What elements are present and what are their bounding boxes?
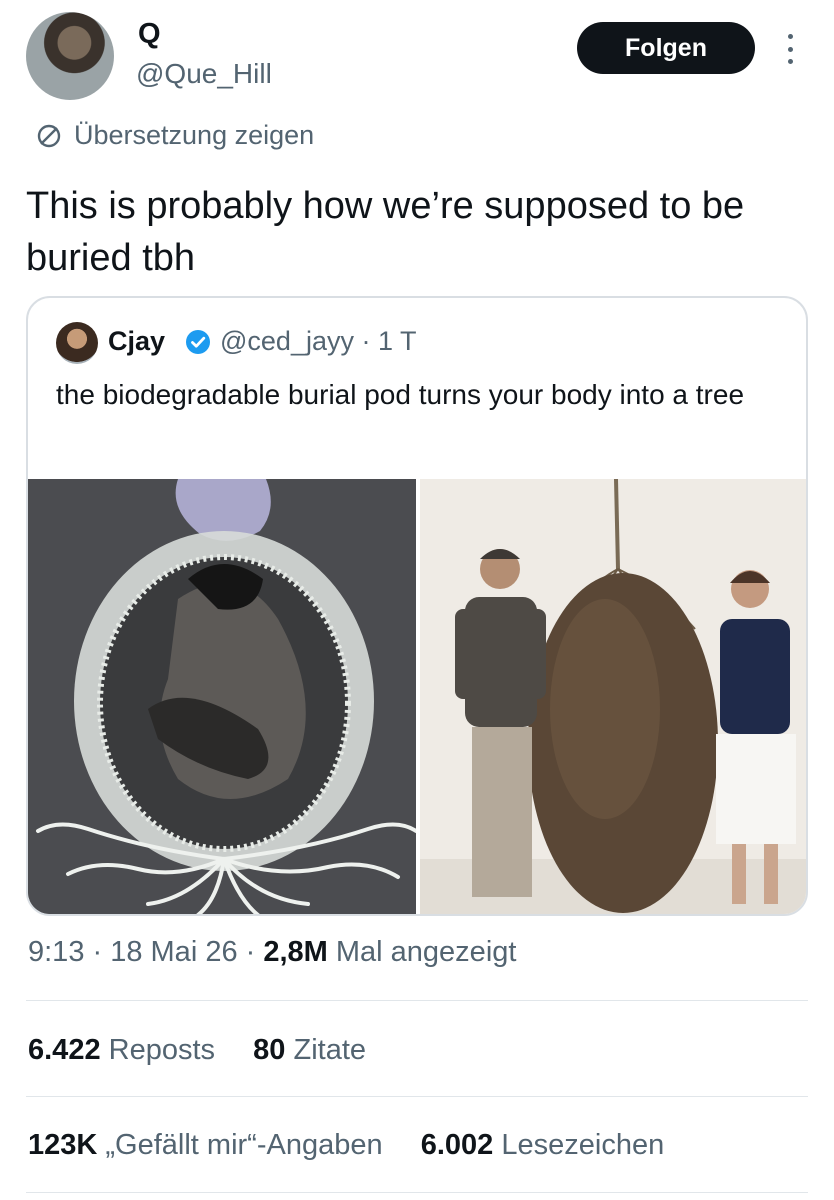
tweet-meta: 9:13 · 18 Mai 26 · 2,8M Mal angezeigt: [28, 936, 516, 969]
quoted-media[interactable]: [28, 479, 806, 914]
views-count: 2,8M: [263, 936, 328, 968]
divider: [26, 1096, 808, 1097]
divider: [26, 1000, 808, 1001]
stats-row-reposts: 6.422 Reposts 80 Zitate: [28, 1034, 366, 1067]
author-display-name[interactable]: Q: [138, 18, 161, 51]
author-handle[interactable]: @Que_Hill: [136, 58, 272, 90]
bookmarks-label: Lesezeichen: [493, 1129, 665, 1161]
quoted-handle-time: @ced_jayy · 1 T: [220, 326, 417, 356]
stats-row-likes: 123K „Gefällt mir“-Angaben 6.002 Lesezei…: [28, 1129, 664, 1162]
quoted-display-name[interactable]: Cjay: [108, 326, 165, 357]
show-translation-link[interactable]: Übersetzung zeigen: [34, 120, 314, 151]
reposts-count: 6.422: [28, 1034, 101, 1066]
likes-stat[interactable]: 123K „Gefällt mir“-Angaben: [28, 1129, 383, 1161]
more-options-icon[interactable]: [780, 34, 800, 64]
quotes-count: 80: [253, 1034, 286, 1066]
bookmarks-count: 6.002: [420, 1129, 494, 1161]
tweet-text: This is probably how we’re supposed to b…: [26, 185, 745, 279]
reposts-stat[interactable]: 6.422 Reposts: [28, 1034, 215, 1066]
bookmarks-stat[interactable]: 6.002 Lesezeichen: [421, 1129, 664, 1161]
reposts-label: Reposts: [100, 1034, 216, 1066]
translate-icon: [37, 124, 61, 147]
likes-count: 123K: [28, 1129, 98, 1161]
burial-pod-photo[interactable]: [420, 479, 806, 914]
translate-label: Übersetzung zeigen: [74, 120, 315, 150]
burial-pod-illustration[interactable]: [28, 479, 416, 914]
author-avatar[interactable]: [26, 12, 114, 100]
timestamp[interactable]: 9:13 · 18 Mai 26 ·: [28, 936, 263, 968]
verified-badge-icon: [186, 330, 210, 354]
quotes-stat[interactable]: 80 Zitate: [253, 1034, 366, 1066]
quoted-tweet-card[interactable]: Cjay @ced_jayy · 1 T the biodegradable b…: [26, 296, 808, 916]
quoted-avatar[interactable]: [56, 322, 98, 364]
quoted-text: the biodegradable burial pod turns your …: [56, 379, 745, 410]
divider: [26, 1192, 808, 1193]
views-label: Mal angezeigt: [327, 936, 517, 968]
quotes-label: Zitate: [285, 1034, 367, 1066]
follow-button[interactable]: Folgen: [577, 22, 755, 74]
likes-label: „Gefällt mir“-Angaben: [97, 1129, 383, 1161]
